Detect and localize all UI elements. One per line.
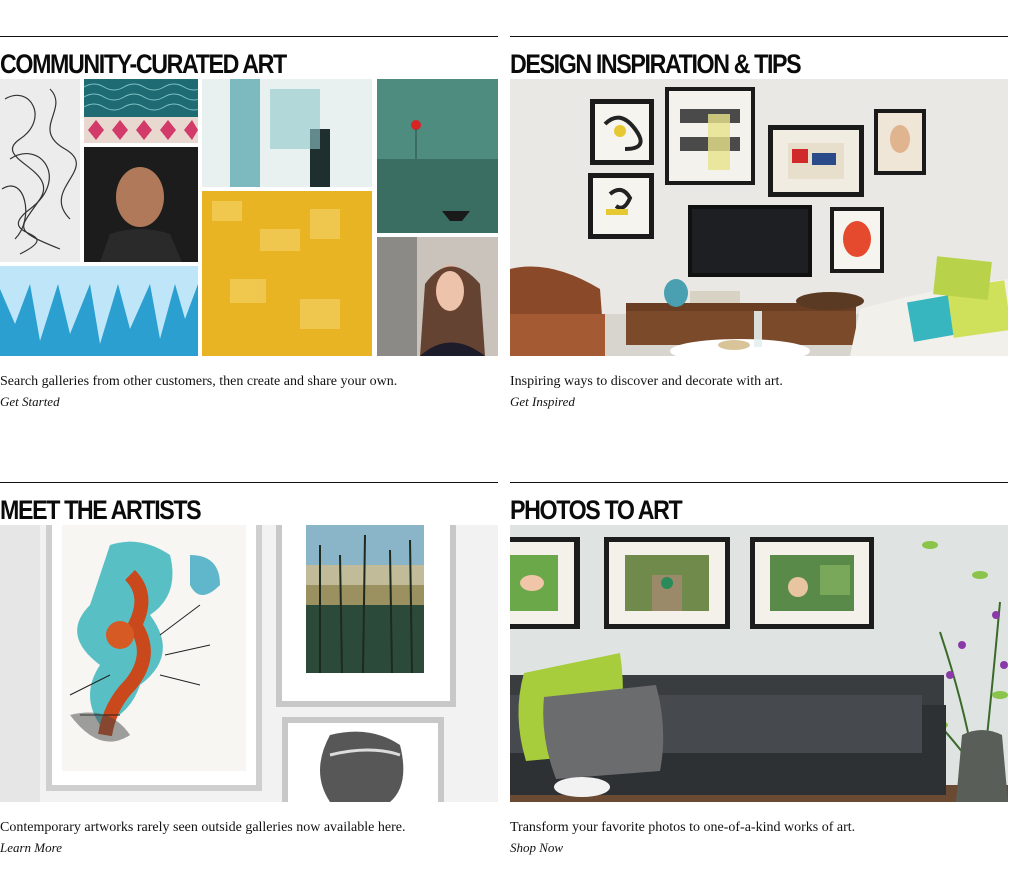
- tile-title[interactable]: DESIGN INSPIRATION & TIPS: [510, 37, 938, 79]
- tile-community-curated-art: COMMUNITY-CURATED ART Search galleries f…: [0, 36, 498, 412]
- living-room-gallery-image[interactable]: [510, 79, 1008, 356]
- living-room-scene: [510, 79, 1008, 356]
- learn-more-link[interactable]: Learn More: [0, 838, 62, 858]
- tile-meet-the-artists: MEET THE ARTISTS Contemporary artworks r…: [0, 482, 498, 858]
- tile-title[interactable]: MEET THE ARTISTS: [0, 483, 428, 525]
- sofa-photo-wall: [510, 525, 1008, 802]
- tile-design-inspiration: DESIGN INSPIRATION & TIPS Inspiring ways…: [510, 36, 1008, 412]
- shop-now-link[interactable]: Shop Now: [510, 838, 563, 858]
- tile-photos-to-art: PHOTOS TO ART Transform your favorite ph…: [510, 482, 1008, 858]
- tile-description: Contemporary artworks rarely seen outsid…: [0, 820, 406, 835]
- artist-artworks-image[interactable]: [0, 525, 498, 802]
- collage-artwork: [0, 79, 498, 356]
- photos-framed-image[interactable]: [510, 525, 1008, 802]
- tile-description: Inspiring ways to discover and decorate …: [510, 374, 783, 389]
- get-started-link[interactable]: Get Started: [0, 392, 60, 412]
- tile-description: Transform your favorite photos to one-of…: [510, 820, 856, 835]
- tile-description: Search galleries from other customers, t…: [0, 374, 398, 389]
- community-collage-image[interactable]: [0, 79, 498, 356]
- framed-artworks: [0, 525, 498, 802]
- tile-title[interactable]: PHOTOS TO ART: [510, 483, 938, 525]
- tile-title[interactable]: COMMUNITY-CURATED ART: [0, 37, 428, 79]
- get-inspired-link[interactable]: Get Inspired: [510, 392, 575, 412]
